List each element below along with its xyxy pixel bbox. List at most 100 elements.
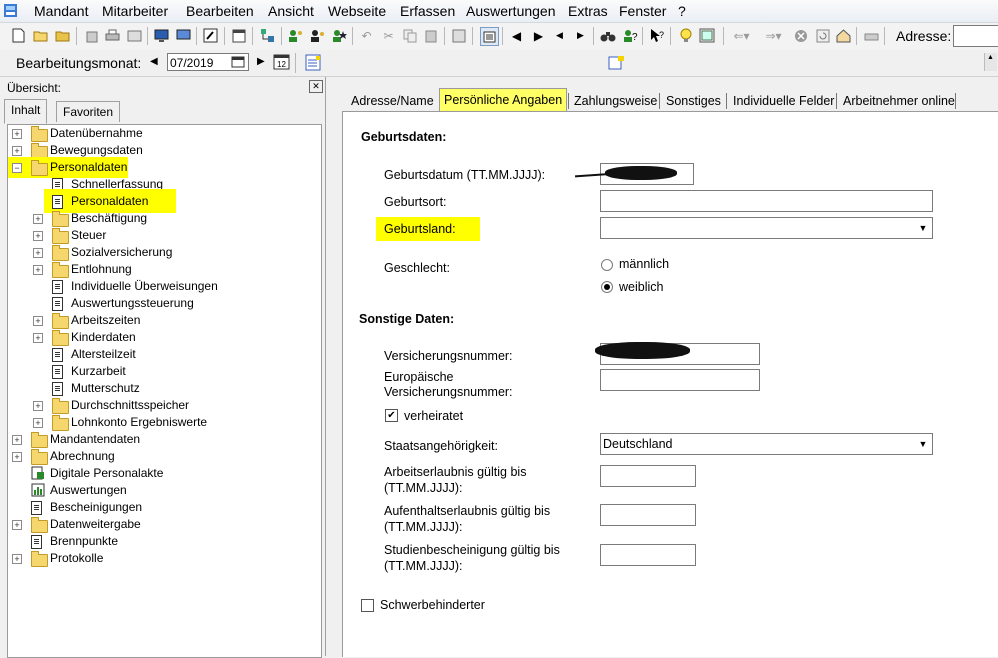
paste-icon[interactable] bbox=[422, 27, 439, 44]
gender-label: Geschlecht: bbox=[384, 261, 451, 275]
work-permit-input[interactable] bbox=[600, 465, 696, 487]
back-icon[interactable]: ⇐▾ bbox=[733, 27, 750, 44]
menu-erfassen[interactable]: Erfassen bbox=[400, 3, 455, 19]
first-icon[interactable]: ◀ bbox=[508, 27, 525, 44]
section-other-title: Sonstige Daten: bbox=[359, 312, 455, 326]
menu-extras[interactable]: Extras bbox=[568, 3, 608, 19]
eu-insurance-label-2: Versicherungsnummer: bbox=[384, 385, 513, 399]
nationality-select[interactable]: Deutschland ▼ bbox=[600, 433, 933, 455]
residence-permit-input[interactable] bbox=[600, 504, 696, 526]
study-cert-input[interactable] bbox=[600, 544, 696, 566]
tab-favoriten[interactable]: Favoriten bbox=[56, 101, 121, 122]
undo-icon[interactable]: ↶ bbox=[358, 27, 375, 44]
chevron-down-icon[interactable]: ▼ bbox=[915, 435, 931, 453]
tree-label: Kinderdaten bbox=[71, 330, 136, 344]
svg-text:12: 12 bbox=[277, 60, 286, 69]
overview-pane: Übersicht: ✕ Inhalt Favoriten + Datenübe… bbox=[0, 77, 326, 658]
birthplace-label: Geburtsort: bbox=[384, 195, 447, 209]
birthplace-input[interactable] bbox=[600, 190, 933, 212]
tree-label: Sozialversicherung bbox=[71, 245, 173, 259]
last-icon[interactable]: ▶ bbox=[572, 27, 589, 44]
menu-mitarbeiter[interactable]: Mitarbeiter bbox=[102, 3, 168, 19]
tab-zahlungsweise[interactable]: Zahlungsweise bbox=[573, 91, 658, 112]
tree-label: Entlohnung bbox=[71, 262, 132, 276]
users-star-icon[interactable] bbox=[331, 27, 348, 44]
help-pointer-icon[interactable]: ? bbox=[648, 27, 665, 44]
new-document-icon[interactable] bbox=[10, 27, 27, 44]
tree-label: Beschäftigung bbox=[71, 211, 148, 225]
tree-label: Lohnkonto Ergebniswerte bbox=[71, 415, 208, 429]
eu-insurance-input[interactable] bbox=[600, 369, 760, 391]
user-search-icon[interactable]: ? bbox=[621, 27, 638, 44]
report-chart-icon bbox=[31, 483, 45, 502]
next-icon[interactable]: ▶ bbox=[530, 27, 547, 44]
disabled-checkbox[interactable] bbox=[361, 599, 374, 612]
tree-label: Kurzarbeit bbox=[71, 364, 126, 378]
edit-icon[interactable] bbox=[202, 27, 219, 44]
list-view-icon[interactable] bbox=[480, 27, 499, 46]
calendar-today-icon[interactable]: 12 bbox=[273, 53, 290, 73]
tree-label: Auswertungen bbox=[50, 483, 127, 497]
window-icon[interactable] bbox=[230, 27, 247, 44]
preview-icon[interactable] bbox=[126, 27, 143, 44]
folder-icon[interactable] bbox=[54, 27, 71, 44]
gender-male-radio[interactable] bbox=[601, 259, 613, 271]
search-icon[interactable] bbox=[599, 27, 616, 44]
tree-label: Personaldaten bbox=[50, 160, 128, 174]
tab-sonstiges[interactable]: Sonstiges bbox=[665, 91, 722, 112]
cut-icon[interactable]: ✂ bbox=[380, 27, 397, 44]
users-add-icon[interactable] bbox=[287, 27, 304, 44]
redaction-scribble bbox=[595, 342, 690, 359]
redaction-scribble bbox=[605, 166, 677, 180]
eu-insurance-label: Europäische bbox=[384, 370, 454, 384]
tree-label: Datenweitergabe bbox=[50, 517, 141, 531]
menu-bearbeiten[interactable]: Bearbeiten bbox=[186, 3, 254, 19]
birthcountry-select[interactable]: ▼ bbox=[600, 217, 933, 239]
gender-female-radio[interactable] bbox=[601, 281, 613, 293]
forward-icon[interactable]: ⇒▾ bbox=[765, 27, 782, 44]
users-edit-icon[interactable] bbox=[309, 27, 326, 44]
tab-inhalt[interactable]: Inhalt bbox=[4, 99, 48, 124]
print-web-icon[interactable] bbox=[863, 27, 880, 44]
print-icon[interactable] bbox=[104, 27, 121, 44]
month-bar: Bearbeitungsmonat: ◀ 07/2019 ▶ 12 ▲ bbox=[0, 50, 998, 77]
svg-text:?: ? bbox=[659, 30, 664, 40]
month-prev-icon[interactable]: ◀ bbox=[150, 56, 158, 67]
study-cert-format-label: (TT.MM.JJJJ): bbox=[384, 559, 463, 573]
chevron-down-icon[interactable]: ▼ bbox=[915, 219, 931, 237]
monitor-icon[interactable] bbox=[153, 27, 170, 44]
birthdate-label: Geburtsdatum (TT.MM.JJJJ): bbox=[384, 168, 546, 182]
married-checkbox[interactable]: ✔ bbox=[385, 409, 398, 422]
stop-icon[interactable] bbox=[792, 27, 809, 44]
close-icon[interactable]: ✕ bbox=[309, 80, 323, 93]
tab-persoenliche-angaben[interactable]: Persönliche Angaben bbox=[439, 88, 568, 111]
lightbulb-icon[interactable] bbox=[677, 27, 694, 44]
previous-icon[interactable]: ◀ bbox=[551, 27, 568, 44]
menu-bar: Mandant Mitarbeiter Bearbeiten Ansicht W… bbox=[0, 0, 998, 23]
calculator-icon[interactable] bbox=[450, 27, 467, 44]
scroll-up-button[interactable]: ▲ bbox=[984, 53, 997, 71]
menu-ansicht[interactable]: Ansicht bbox=[268, 3, 314, 19]
delete-icon[interactable] bbox=[83, 27, 100, 44]
screen-refresh-icon[interactable] bbox=[175, 27, 192, 44]
refresh-icon[interactable] bbox=[814, 27, 831, 44]
address-input[interactable] bbox=[953, 25, 998, 47]
menu-help[interactable]: ? bbox=[678, 3, 686, 19]
home-icon[interactable] bbox=[835, 27, 852, 44]
open-folder-icon[interactable] bbox=[32, 27, 49, 44]
copy-icon[interactable] bbox=[401, 27, 418, 44]
tab-individuelle-felder[interactable]: Individuelle Felder bbox=[732, 91, 835, 112]
tab-arbeitnehmer-online[interactable]: Arbeitnehmer online bbox=[842, 91, 956, 112]
tree-label: Protokolle bbox=[50, 551, 104, 565]
menu-webseite[interactable]: Webseite bbox=[328, 3, 386, 19]
menu-fenster[interactable]: Fenster bbox=[619, 3, 666, 19]
hierarchy-icon[interactable] bbox=[259, 27, 276, 44]
tab-adresse-name[interactable]: Adresse/Name bbox=[350, 91, 435, 112]
menu-mandant[interactable]: Mandant bbox=[34, 3, 88, 19]
book-icon[interactable] bbox=[698, 27, 715, 44]
month-next-icon[interactable]: ▶ bbox=[257, 56, 265, 67]
menu-auswertungen[interactable]: Auswertungen bbox=[466, 3, 556, 19]
calendar-icon[interactable] bbox=[231, 56, 245, 71]
report-icon[interactable] bbox=[305, 54, 322, 74]
tree-label: Steuer bbox=[71, 228, 107, 242]
